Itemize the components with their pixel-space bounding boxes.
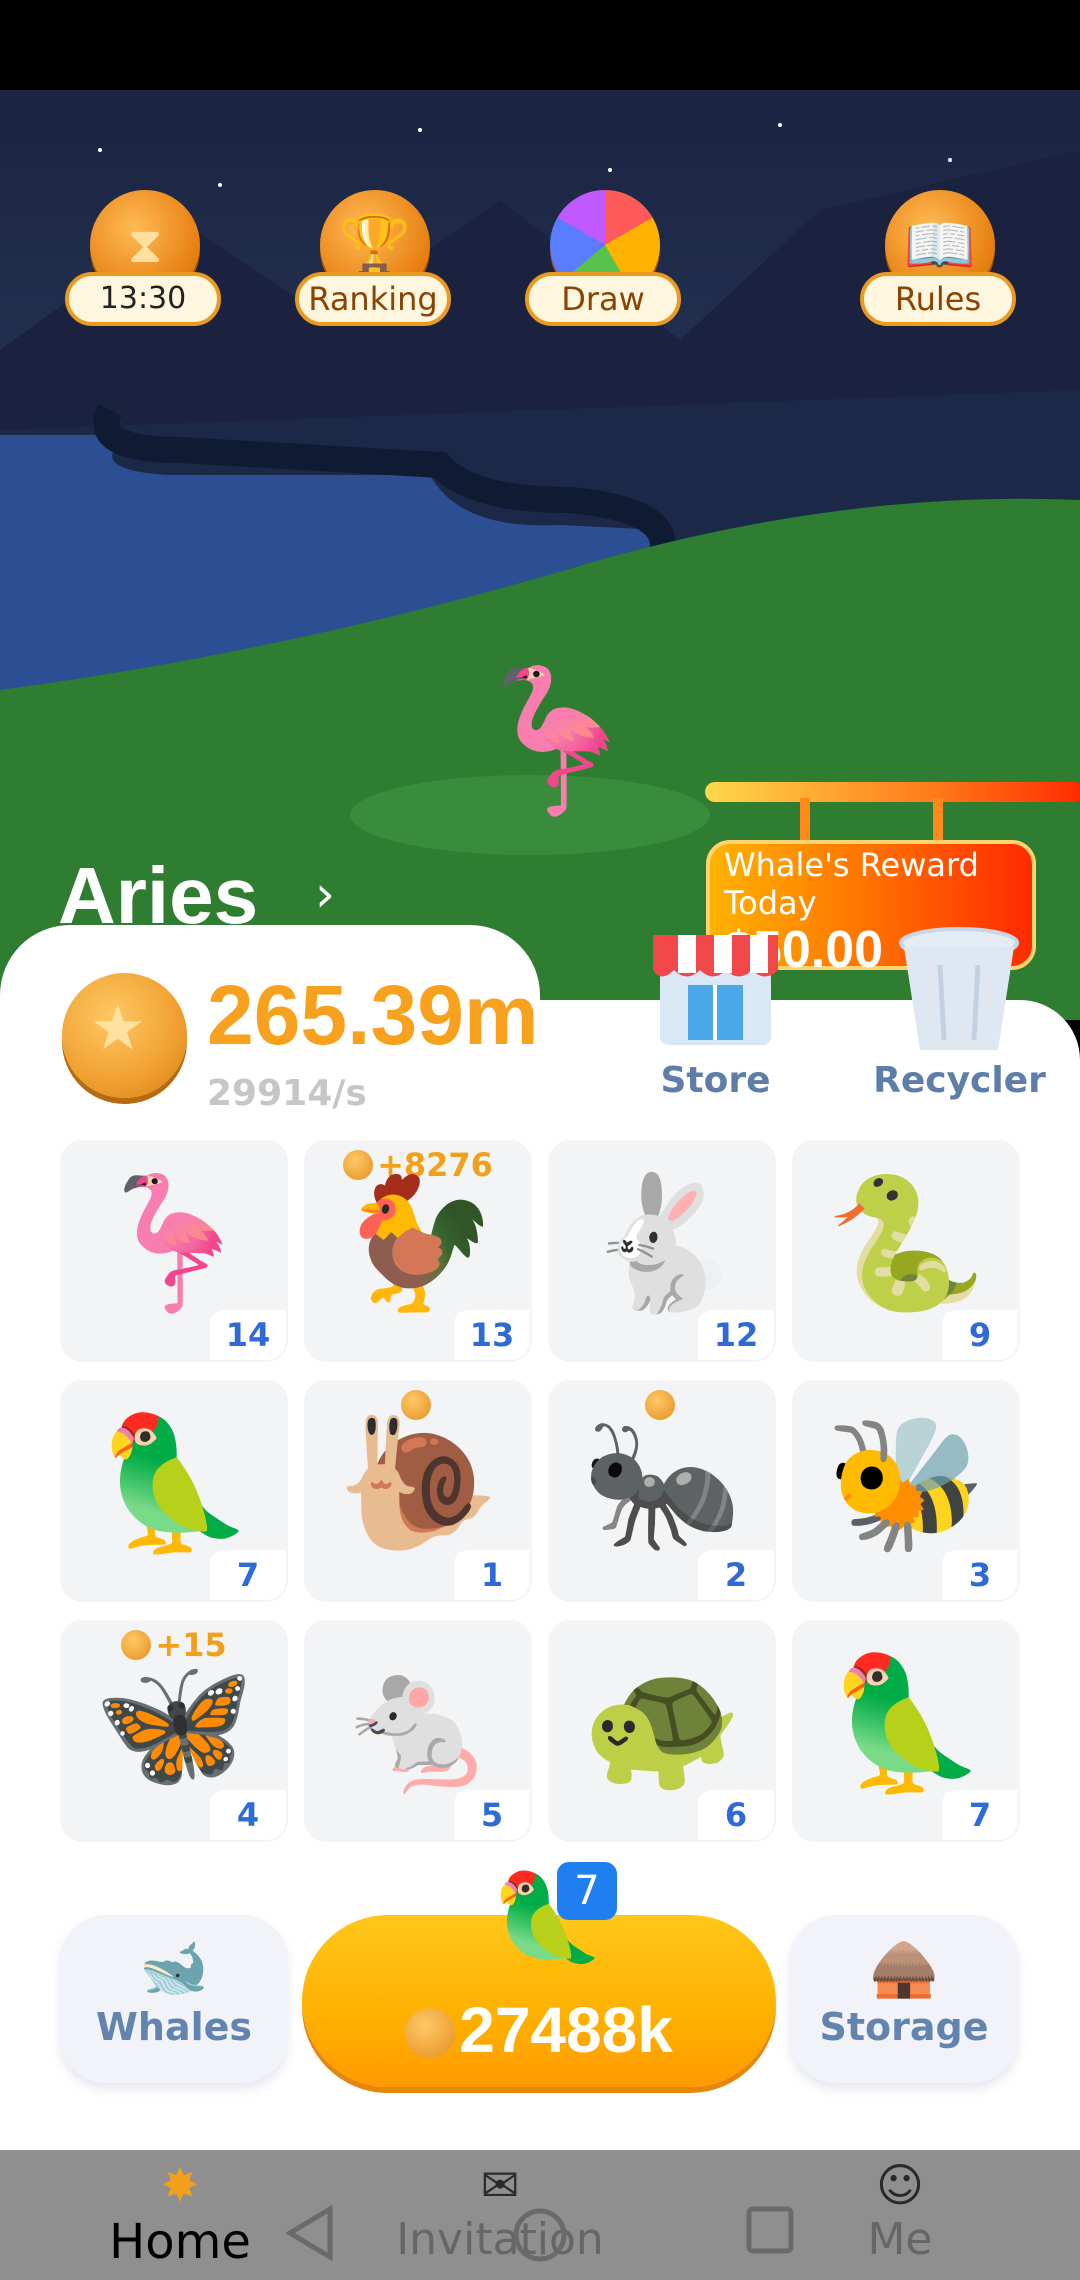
- trash-bin-icon: [899, 927, 1019, 1050]
- rules-label: Rules: [860, 272, 1016, 326]
- whales-button[interactable]: 🐋 Whales: [60, 1915, 288, 2083]
- nav-home-label: Home: [109, 2214, 251, 2270]
- animal-slot[interactable]: 🐇 12: [548, 1140, 776, 1362]
- animal-slot[interactable]: 🐁 5: [304, 1620, 532, 1842]
- star-icon: ✸: [160, 2158, 200, 2212]
- game-scene: ⧗ 13:30 🏆 Ranking Draw 📖 Rules 🦩 Aries ›…: [0, 90, 1080, 1020]
- animal-level: 2: [698, 1550, 774, 1600]
- animal-slot[interactable]: 🐝 3: [792, 1380, 1020, 1602]
- system-home-icon[interactable]: [510, 2205, 570, 2265]
- animal-slot[interactable]: 🐜 2: [548, 1380, 776, 1602]
- timer-label: 13:30: [65, 272, 221, 326]
- nav-me[interactable]: ☺ Me: [840, 2150, 960, 2280]
- ant-icon: 🐜: [581, 1407, 743, 1559]
- animal-level: 12: [698, 1310, 774, 1360]
- draw-label: Draw: [525, 272, 681, 326]
- storage-button[interactable]: 🛖 Storage: [790, 1915, 1018, 2083]
- animal-slot[interactable]: 🦩 14: [60, 1140, 288, 1362]
- timer-button[interactable]: ⧗ 13:30: [65, 190, 225, 350]
- animal-level: 6: [698, 1790, 774, 1840]
- rabbit-icon: 🐇: [581, 1167, 743, 1319]
- animal-level: 1: [454, 1550, 530, 1600]
- coin-balance: 265.39m: [207, 968, 539, 1062]
- coin-rate: 29914/s: [207, 1073, 367, 1114]
- store-button[interactable]: Store: [648, 925, 783, 1125]
- animal-slot[interactable]: 🐢 6: [548, 1620, 776, 1842]
- animal-level: 13: [454, 1310, 530, 1360]
- rules-button[interactable]: 📖 Rules: [860, 190, 1020, 350]
- buy-price: 27488k: [459, 1994, 673, 2066]
- nav-invitation[interactable]: ✉ Invitation ...: [370, 2150, 630, 2280]
- status-bar: [0, 0, 1080, 90]
- store-label: Store: [660, 1060, 771, 1101]
- reward-label: Whale's Reward Today: [724, 846, 979, 922]
- animal-slot[interactable]: +15 🦋 4: [60, 1620, 288, 1842]
- snake-icon: 🐍: [825, 1167, 987, 1319]
- animal-level: 9: [942, 1310, 1018, 1360]
- whales-label: Whales: [95, 2005, 253, 2049]
- envelope-icon: ✉: [480, 2158, 520, 2212]
- coin-icon: [405, 2008, 456, 2058]
- animal-slot[interactable]: 🦜 7: [60, 1380, 288, 1602]
- animal-level: 7: [210, 1550, 286, 1600]
- animal-slot[interactable]: 🐌 1: [304, 1380, 532, 1602]
- system-recents-icon[interactable]: [745, 2205, 795, 2255]
- reward-sign-rail: [705, 782, 1080, 802]
- bee-icon: 🐝: [825, 1407, 987, 1559]
- turtle-icon: 🐢: [581, 1647, 743, 1799]
- hut-icon: 🛖: [869, 1936, 939, 2001]
- buy-level-badge: 7: [557, 1862, 617, 1920]
- buy-animal-button[interactable]: 🦜 27488k: [302, 1867, 776, 2087]
- nav-invitation-label: Invitation ...: [396, 2214, 604, 2280]
- recycler-label: Recycler: [873, 1060, 1046, 1101]
- animal-level: 3: [942, 1550, 1018, 1600]
- nav-me-label: Me: [867, 2214, 933, 2265]
- ranking-button[interactable]: 🏆 Ranking: [295, 190, 455, 350]
- flamingo-character: 🦩: [470, 660, 645, 823]
- recycler-button[interactable]: Recycler: [872, 925, 1047, 1125]
- whale-icon: 🐋: [139, 1936, 209, 2001]
- storage-label: Storage: [819, 2005, 989, 2049]
- butterfly-icon: 🦋: [93, 1647, 255, 1799]
- animal-slot[interactable]: +8276 🐓 13: [304, 1140, 532, 1362]
- store-icon: [653, 935, 778, 1045]
- profile-icon: ☺: [876, 2158, 924, 2212]
- animal-level: 4: [210, 1790, 286, 1840]
- draw-button[interactable]: Draw: [525, 190, 685, 350]
- flamingo-icon: 🦩: [93, 1167, 255, 1319]
- animal-level: 14: [210, 1310, 286, 1360]
- nav-home[interactable]: ✸ Home: [100, 2150, 260, 2280]
- system-back-icon[interactable]: [285, 2205, 335, 2261]
- animal-level: 5: [454, 1790, 530, 1840]
- parrot-icon: 🦜: [93, 1407, 255, 1559]
- animal-slot[interactable]: 🐍 9: [792, 1140, 1020, 1362]
- main-panel: 265.39m 29914/s Store Recycler 🦩14+8276🐓…: [0, 925, 1080, 2200]
- mouse-icon: 🐁: [337, 1647, 499, 1799]
- rooster-icon: 🐓: [337, 1167, 499, 1319]
- parrot-icon: 🦜: [825, 1647, 987, 1799]
- snail-icon: 🐌: [337, 1407, 499, 1559]
- animal-level: 7: [942, 1790, 1018, 1840]
- animal-slot[interactable]: 🦜 7: [792, 1620, 1020, 1842]
- ranking-label: Ranking: [295, 272, 451, 326]
- coin-icon: [62, 973, 187, 1098]
- chevron-right-icon[interactable]: ›: [315, 865, 335, 923]
